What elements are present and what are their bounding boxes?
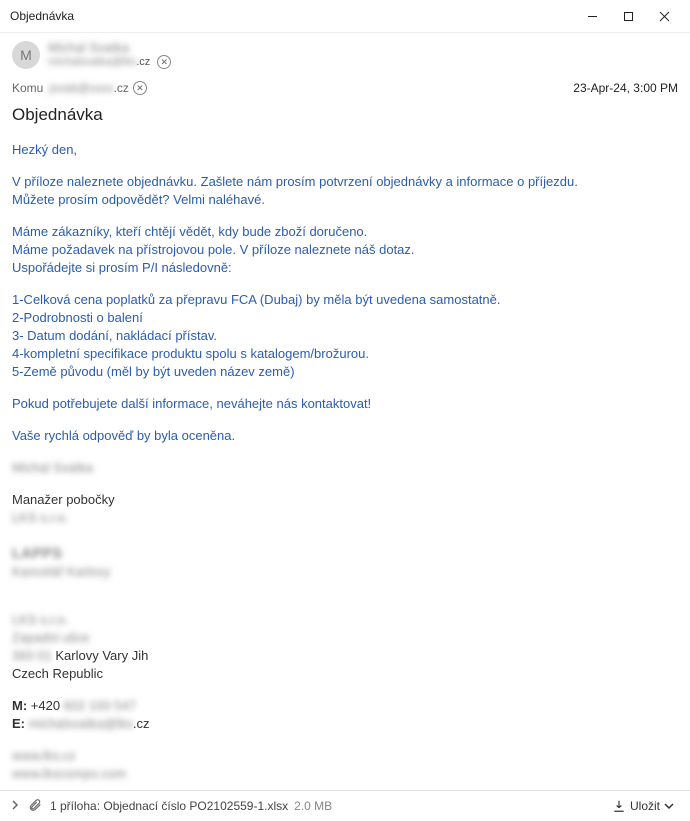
to-label: Komu — [12, 81, 43, 95]
email-header: M Michal Svatka michalsvatka@lks.cz ✕ — [0, 33, 690, 75]
website-line: www.lkscompo.com — [12, 766, 126, 781]
attachment-text[interactable]: 1 příloha: Objednací číslo PO2102559-1.x… — [50, 799, 288, 813]
body-line: Máme požadavek na přístrojovou pole. V p… — [12, 241, 678, 259]
body-line: Uspořádejte si prosím P/I následovně: — [12, 259, 678, 277]
window-titlebar: Objednávka — [0, 0, 690, 33]
download-icon — [612, 799, 626, 813]
body-list-item: 3- Datum dodání, nakládací přístav. — [12, 327, 678, 345]
address-country: Czech Republic — [12, 665, 678, 683]
signature-sub: LKS s.r.o. — [12, 510, 68, 525]
email-label: E: — [12, 716, 25, 731]
email-date: 23-Apr-24, 3:00 PM — [573, 81, 678, 95]
body-line: V příloze naleznete objednávku. Zašlete … — [12, 173, 678, 191]
chevron-right-icon[interactable] — [10, 799, 20, 813]
minimize-button[interactable] — [574, 4, 610, 28]
phone-number: 602 100 547 — [64, 698, 136, 713]
company-sub: Kancelář Karlovy — [12, 564, 110, 579]
company-name: LAPPS — [12, 545, 62, 562]
address-line: Zapadni ulice — [12, 630, 89, 645]
sig-email-suffix: .cz — [133, 716, 150, 731]
chevron-down-icon — [664, 801, 674, 811]
attachment-bar: 1 příloha: Objednací číslo PO2102559-1.x… — [0, 790, 690, 821]
body-line: Můžete prosím odpovědět? Velmi naléhavé. — [12, 191, 678, 209]
body-list-item: 1-Celková cena poplatků za přepravu FCA … — [12, 291, 678, 309]
sender-name: Michal Svatka — [48, 40, 129, 55]
body-line: Vaše rychlá odpověď by byla oceněna. — [12, 427, 678, 445]
sig-email-blur: michalsvatka@lks — [25, 716, 133, 731]
save-attachment-button[interactable]: Uložit — [606, 797, 680, 815]
presence-icon: ✕ — [133, 81, 147, 95]
body-line: Pokud potřebujete další informace, neváh… — [12, 395, 678, 413]
signature-title: Manažer pobočky — [12, 491, 678, 509]
address-line: LKS s.r.o. — [12, 612, 68, 627]
attachment-icon — [28, 798, 42, 815]
body-line: Máme zákazníky, kteří chtějí vědět, kdy … — [12, 223, 678, 241]
address-zip: 360 01 — [12, 648, 52, 663]
email-body: Hezký den, V příloze naleznete objednávk… — [0, 135, 690, 790]
recipient-suffix: .cz — [114, 81, 129, 95]
sender-email-suffix: .cz — [136, 56, 150, 68]
signature-name: Michal Svatka — [12, 460, 93, 475]
website-line: www.lks.cz — [12, 748, 76, 763]
save-label: Uložit — [630, 799, 660, 813]
sender-email-blur: michalsvatka@lks — [48, 56, 136, 68]
sender-avatar: M — [12, 41, 40, 69]
body-list-item: 5-Země původu (měl by být uveden název z… — [12, 363, 678, 381]
close-button[interactable] — [646, 4, 682, 28]
maximize-button[interactable] — [610, 4, 646, 28]
presence-icon: ✕ — [157, 55, 171, 69]
body-greeting: Hezký den, — [12, 141, 678, 159]
body-list-item: 4-kompletní specifikace produktu spolu s… — [12, 345, 678, 363]
attachment-size: 2.0 MB — [294, 799, 332, 813]
body-list-item: 2-Podrobnosti o balení — [12, 309, 678, 327]
phone-label: M: — [12, 698, 27, 713]
address-city: Karlovy Vary Jih — [52, 648, 149, 663]
recipient-blur: jsvab@xxxx — [49, 81, 113, 95]
recipient-row: Komu jsvab@xxxx.cz ✕ 23-Apr-24, 3:00 PM — [0, 75, 690, 101]
email-subject: Objednávka — [0, 101, 690, 135]
phone-prefix: +420 — [27, 698, 64, 713]
window-title: Objednávka — [10, 9, 74, 23]
